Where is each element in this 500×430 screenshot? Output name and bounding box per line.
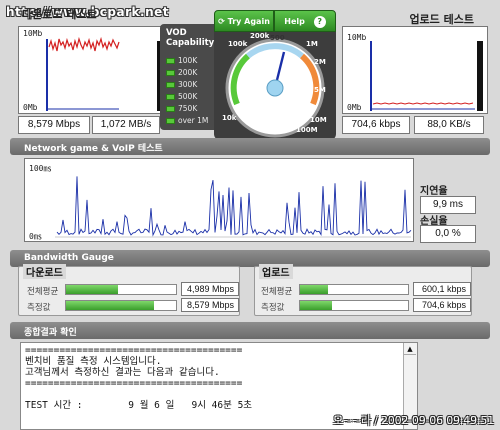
upload-test-title: 업로드 테스트 (409, 13, 474, 26)
download-measured-value: 8,579 Mbps (181, 298, 239, 312)
download-speed-readout: 8,579 Mbps (18, 116, 90, 134)
gauge-label: 2M (314, 58, 326, 66)
download-avg-value: 4,989 Mbps (181, 282, 239, 296)
latency-chart: 100㎳ 0㎳ (24, 158, 414, 242)
vod-title-line2: Capability (166, 38, 215, 48)
upload-bytes-readout: 88,0 KB/s (414, 116, 484, 134)
speed-gauge: ⟳ Try Again Help ? 100k 200k 500 1M 2M 5… (214, 10, 336, 140)
timestamp-overlay: 오~~라 / 2002-09-06 09:49:51 (333, 414, 494, 427)
download-avg-label: 전체평균 (27, 287, 59, 297)
latency-label: 지연율 (420, 186, 448, 197)
vod-title-line1: VOD (166, 28, 187, 38)
download-bandwidth-box: 다운로드 전체평균 4,989 Mbps 측정값 8,579 Mbps (18, 264, 240, 316)
vod-level: 300K (166, 80, 197, 89)
result-section-title: 종합결과 확인 (10, 322, 490, 339)
download-avg-fill (66, 285, 118, 294)
vod-level: 500K (166, 92, 197, 101)
vod-capability-panel: VOD Capability 100K 200K 300K 500K 750K … (160, 24, 220, 130)
download-measured-label: 측정값 (27, 303, 51, 313)
gauge-label: 500 (270, 34, 285, 42)
gauge-label: 1M (306, 40, 318, 48)
upload-plot (370, 41, 483, 111)
scroll-up-icon[interactable]: ▲ (404, 343, 416, 355)
download-measured-bar (65, 300, 177, 311)
upload-measured-label: 측정값 (261, 303, 285, 313)
upload-measured-value: 704,6 kbps (413, 298, 471, 312)
try-again-button[interactable]: ⟳ Try Again (214, 10, 274, 32)
upload-avg-value: 600,1 kbps (413, 282, 471, 296)
vod-level: over 1M (166, 116, 208, 125)
upload-avg-bar (299, 284, 409, 295)
upload-measured-fill (300, 301, 333, 310)
vod-led-icon (166, 81, 175, 88)
gauge-label: 200k (250, 32, 270, 40)
upload-measured-bar (299, 300, 409, 311)
vod-led-icon (166, 69, 175, 76)
gauge-label: 10M (310, 116, 327, 124)
download-chart: 10Mb 0Mb (18, 26, 170, 114)
vod-led-icon (166, 117, 175, 124)
download-bw-title: 다운로드 (23, 264, 66, 279)
upload-avg-fill (300, 285, 329, 294)
help-button[interactable]: Help ? (274, 10, 336, 32)
latency-plot (55, 176, 412, 238)
vod-level: 200K (166, 68, 197, 77)
gauge-label: 100M (296, 126, 318, 134)
vod-led-icon (166, 93, 175, 100)
download-plot (46, 36, 163, 111)
help-icon: ? (313, 16, 326, 28)
network-section-title: Network game & VoIP 테스트 (10, 138, 490, 155)
upload-bandwidth-box: 업로드 전체평균 600,1 kbps 측정값 704,6 kbps (254, 264, 472, 316)
download-measured-fill (66, 301, 154, 310)
loss-value: 0,0 % (420, 225, 476, 243)
gauge-label: 5M (314, 86, 326, 94)
upload-bw-title: 업로드 (259, 264, 293, 279)
download-avg-bar (65, 284, 177, 295)
gauge-label: 10k (222, 114, 237, 122)
refresh-icon: ⟳ (218, 17, 228, 26)
bandwidth-section-title: Bandwidth Gauge (10, 250, 490, 267)
upload-speed-readout: 704,6 kbps (342, 116, 410, 134)
download-test-title: 다운로드 테스트 (22, 8, 97, 21)
result-text: ====================================== 벤… (25, 345, 253, 411)
vod-led-icon (166, 57, 175, 64)
vod-level: 750K (166, 104, 197, 113)
upload-chart: 10Mb 0Mb (342, 26, 488, 114)
vod-led-icon (166, 105, 175, 112)
download-bytes-readout: 1,072 MB/s (92, 116, 160, 134)
upload-avg-label: 전체평균 (261, 287, 293, 297)
gauge-label: 100k (228, 40, 248, 48)
vod-level: 100K (166, 56, 197, 65)
